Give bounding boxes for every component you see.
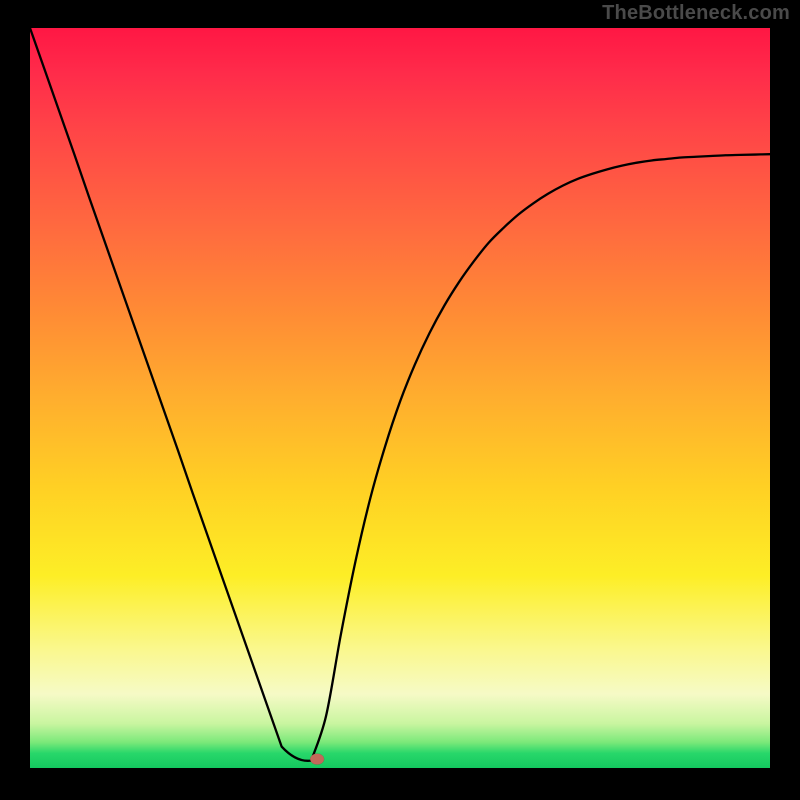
curve-layer	[30, 28, 770, 768]
optimal-point-marker	[310, 754, 324, 765]
chart-frame: TheBottleneck.com	[0, 0, 800, 800]
bottleneck-curve	[30, 28, 770, 761]
watermark-text: TheBottleneck.com	[602, 2, 790, 25]
plot-area	[30, 28, 770, 768]
